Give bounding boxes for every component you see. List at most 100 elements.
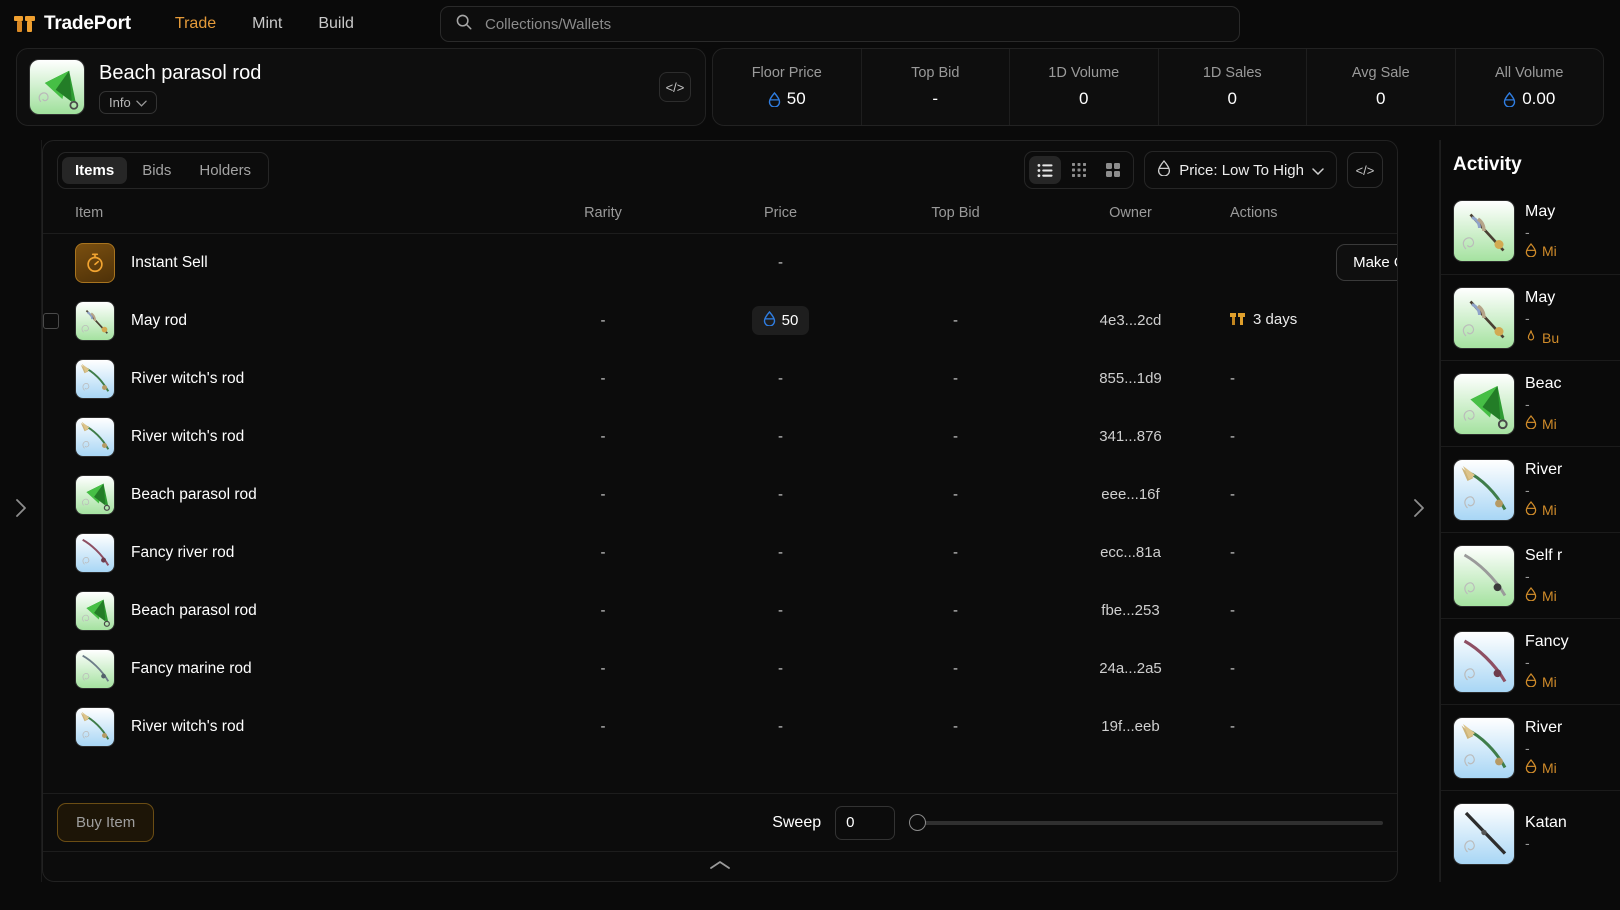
- panel-collapse-button[interactable]: [43, 851, 1397, 881]
- cell-actions: -: [1230, 486, 1235, 503]
- list-view-button[interactable]: [1029, 156, 1062, 184]
- sweep-slider[interactable]: [909, 814, 1383, 832]
- cell-price: -: [778, 370, 783, 387]
- global-search[interactable]: [440, 6, 1240, 42]
- small-grid-view-button[interactable]: [1063, 156, 1095, 184]
- price-value: 50: [781, 312, 799, 329]
- activity-item-price: -: [1525, 654, 1530, 670]
- collection-title: Beach parasol rod: [99, 61, 262, 84]
- cell-item: Beach parasol rod: [43, 466, 513, 524]
- search-icon: [455, 13, 473, 36]
- sort-coin-icon: [1157, 160, 1171, 180]
- activity-type-label: Mi: [1542, 415, 1557, 432]
- stat-label: All Volume: [1494, 65, 1564, 81]
- cell-actions: 3 days: [1218, 292, 1397, 350]
- list-item[interactable]: Katan -: [1441, 790, 1620, 876]
- list-item[interactable]: Fancy - Mi: [1441, 618, 1620, 704]
- cell-owner: 341...876: [1099, 428, 1162, 445]
- search-input[interactable]: [485, 15, 1225, 33]
- activity-type-label: Bu: [1542, 329, 1560, 346]
- large-grid-view-button[interactable]: [1097, 156, 1129, 184]
- table-row[interactable]: River witch's rod - - - 341...876 -: [43, 408, 1397, 466]
- tradeport-mini-icon: [1230, 313, 1245, 326]
- list-item[interactable]: Self r - Mi: [1441, 532, 1620, 618]
- aptos-coin-icon: [1525, 673, 1537, 690]
- activity-item-name: Katan: [1525, 813, 1567, 831]
- collection-info-dropdown[interactable]: Info: [99, 90, 157, 114]
- nav-link-trade[interactable]: Trade: [175, 15, 216, 33]
- stat-label: Top Bid: [911, 65, 960, 81]
- river-witchs-rod-art: [1454, 459, 1514, 520]
- make-offer-button[interactable]: Make Offer: [1336, 244, 1397, 282]
- cell-rarity: -: [600, 428, 606, 445]
- table-row[interactable]: Beach parasol rod - - - eee...16f -: [43, 466, 1397, 524]
- table-row[interactable]: River witch's rod - - - 19f...eeb -: [43, 698, 1397, 756]
- list-item[interactable]: River - Mi: [1441, 704, 1620, 790]
- cell-price: -: [778, 660, 783, 677]
- cell-item: Fancy marine rod: [43, 640, 513, 698]
- stat-label: Avg Sale: [1351, 65, 1410, 81]
- header-actions: Actions: [1218, 199, 1397, 234]
- activity-thumbnail: [1453, 544, 1515, 607]
- activity-title: Activity: [1453, 154, 1522, 175]
- cell-owner: ecc...81a: [1100, 544, 1161, 561]
- table-row[interactable]: Beach parasol rod - - - fbe...253 -: [43, 582, 1397, 640]
- river-witchs-rod-art: [76, 417, 114, 456]
- table-row[interactable]: River witch's rod - - - 855...1d9 -: [43, 350, 1397, 408]
- table-row[interactable]: Fancy river rod - - - ecc...81a -: [43, 524, 1397, 582]
- list-item[interactable]: River - Mi: [1441, 446, 1620, 532]
- activity-thumbnail: [1453, 200, 1515, 262]
- cell-rarity: -: [600, 718, 606, 735]
- nav-link-build[interactable]: Build: [318, 15, 354, 33]
- items-toolbar: Items Bids Holders Price: Low To High </…: [43, 141, 1397, 199]
- chevron-down-icon: [1312, 162, 1324, 179]
- item-thumbnail: [75, 474, 115, 515]
- item-thumbnail: [75, 300, 115, 341]
- activity-item-type: Mi: [1525, 242, 1557, 260]
- activity-panel-toggle-button[interactable]: [1398, 140, 1440, 882]
- sort-dropdown[interactable]: Price: Low To High: [1144, 151, 1337, 189]
- list-item[interactable]: May - Bu: [1441, 274, 1620, 360]
- cell-price: 50: [693, 292, 868, 350]
- table-row[interactable]: May rod - 50 - 4e3...2cd 3 days: [43, 292, 1397, 350]
- activity-item-type: Mi: [1525, 587, 1562, 604]
- items-table-wrapper: Item Rarity Price Top Bid Owner Actions: [43, 199, 1397, 793]
- cell-rarity: -: [600, 370, 606, 387]
- cell-price: -: [778, 254, 783, 272]
- tab-bids[interactable]: Bids: [129, 157, 184, 184]
- beach-parasol-rod-art: [76, 591, 114, 630]
- activity-item-type: Mi: [1525, 673, 1569, 690]
- sweep-slider-knob[interactable]: [909, 814, 927, 831]
- left-panel-expand-button[interactable]: [0, 140, 42, 882]
- activity-item-name: River: [1525, 461, 1563, 478]
- items-tab-group: Items Bids Holders: [57, 151, 270, 189]
- activity-item-type: Mi: [1525, 759, 1562, 776]
- tradeport-logo-icon: [14, 14, 36, 34]
- stat-value: 50: [768, 89, 806, 109]
- brand-logo[interactable]: TradePort: [14, 13, 131, 35]
- item-name: Instant Sell: [131, 253, 208, 271]
- tab-items[interactable]: Items: [62, 156, 128, 184]
- table-row[interactable]: Fancy marine rod - - - 24a...2a5 -: [43, 640, 1397, 698]
- cell-actions: -: [1230, 602, 1235, 619]
- buy-item-button[interactable]: Buy Item: [57, 803, 155, 842]
- beach-parasol-rod-art: [1454, 373, 1514, 434]
- parasol-rod-art: [30, 60, 84, 114]
- list-item[interactable]: Beac - Mi: [1441, 360, 1620, 446]
- activity-item-price: -: [1525, 310, 1530, 326]
- items-embed-code-button[interactable]: </>: [1347, 152, 1383, 188]
- cell-owner: 24a...2a5: [1099, 660, 1162, 677]
- list-item[interactable]: May - Mi: [1441, 188, 1620, 274]
- activity-item-name: Beac: [1525, 375, 1562, 392]
- cell-price: -: [778, 602, 783, 619]
- table-row[interactable]: Instant Sell - Make Offer: [43, 234, 1397, 292]
- sweep-input[interactable]: [835, 805, 896, 840]
- collection-card: Beach parasol rod Info </>: [16, 48, 706, 126]
- items-table-header: Item Rarity Price Top Bid Owner Actions: [43, 199, 1397, 234]
- tab-holders[interactable]: Holders: [186, 157, 264, 184]
- row-select-checkbox[interactable]: [43, 312, 59, 329]
- collection-embed-code-button[interactable]: </>: [659, 72, 691, 102]
- activity-panel: Activity May - Mi May - Bu Beac - Mi Riv…: [1440, 140, 1620, 882]
- nav-link-mint[interactable]: Mint: [252, 15, 282, 33]
- cell-item: Fancy river rod: [43, 524, 513, 582]
